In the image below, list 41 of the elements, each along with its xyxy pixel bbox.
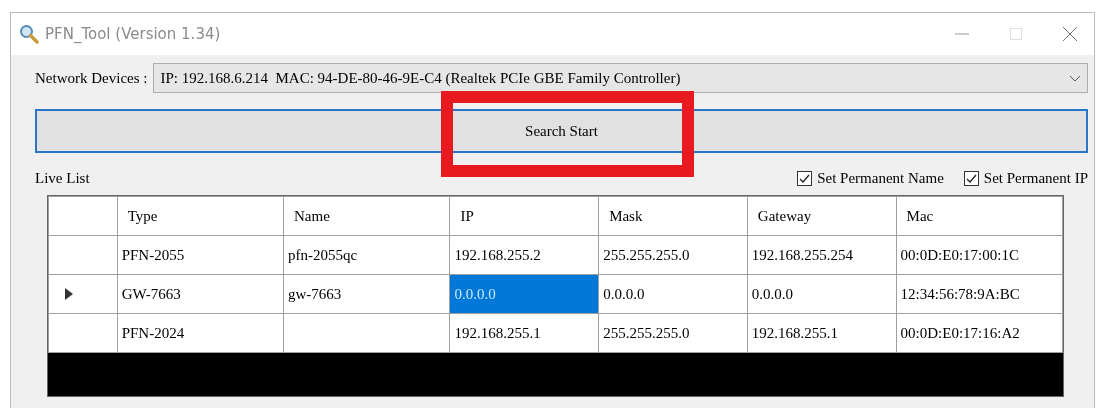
table-cell[interactable]: 00:0D:E0:17:00:1C bbox=[896, 235, 1063, 275]
table-cell[interactable]: GW-7663 bbox=[117, 274, 284, 314]
table-cell[interactable]: gw-7663 bbox=[283, 274, 450, 314]
row-header[interactable] bbox=[48, 313, 118, 353]
table-cell[interactable]: PFN-2024 bbox=[117, 313, 284, 353]
table-cell[interactable]: 0.0.0.0 bbox=[598, 274, 748, 314]
option-checkbox[interactable]: Set Permanent IP bbox=[963, 170, 1088, 187]
network-devices-dropdown[interactable]: IP: 192.168.6.214 MAC: 94-DE-80-46-9E-C4 (Realtek PCIe GBE Family Controller) bbox=[153, 63, 1088, 93]
column-header[interactable]: Name bbox=[283, 196, 450, 236]
maximize-icon[interactable] bbox=[1010, 28, 1022, 40]
table-cell[interactable]: 0.0.0.0 bbox=[747, 274, 897, 314]
table-cell[interactable]: 192.168.255.2 bbox=[449, 235, 599, 275]
window-title: PFN_Tool (Version 1.34) bbox=[45, 25, 222, 43]
checkbox[interactable] bbox=[797, 171, 813, 186]
search-start-button[interactable]: Search Start bbox=[35, 109, 1088, 153]
option-label: Set Permanent IP bbox=[983, 170, 1088, 187]
chevron-down-icon bbox=[1069, 74, 1081, 82]
row-header[interactable] bbox=[48, 235, 118, 275]
column-header[interactable]: Mac bbox=[896, 196, 1063, 236]
table-cell[interactable]: 0.0.0.0 bbox=[449, 274, 599, 314]
table-cell[interactable]: 192.168.255.1 bbox=[747, 313, 897, 353]
column-header[interactable]: Gateway bbox=[747, 196, 897, 236]
current-row-icon bbox=[65, 288, 73, 300]
table-cell[interactable] bbox=[283, 313, 450, 353]
table-cell[interactable]: 192.168.255.254 bbox=[747, 235, 897, 275]
checkbox[interactable] bbox=[963, 171, 979, 186]
live-list-title: Live List bbox=[35, 170, 91, 187]
table-cell[interactable]: 255.255.255.0 bbox=[598, 235, 748, 275]
table-cell[interactable]: 12:34:56:78:9A:BC bbox=[896, 274, 1063, 314]
table-cell[interactable]: 00:0D:E0:17:16:A2 bbox=[896, 313, 1063, 353]
table-cell[interactable]: PFN-2055 bbox=[117, 235, 284, 275]
column-header[interactable]: Mask bbox=[598, 196, 748, 236]
row-header[interactable] bbox=[48, 274, 118, 314]
network-devices-label: Network Devices : bbox=[35, 69, 148, 87]
magnifier-icon bbox=[19, 24, 39, 44]
table-cell[interactable]: 255.255.255.0 bbox=[598, 313, 748, 353]
column-header[interactable]: IP bbox=[449, 196, 599, 236]
column-header[interactable]: Type bbox=[117, 196, 284, 236]
table-cell[interactable]: pfn-2055qc bbox=[283, 235, 450, 275]
close-icon[interactable] bbox=[1063, 27, 1077, 41]
table-cell[interactable]: 192.168.255.1 bbox=[449, 313, 599, 353]
